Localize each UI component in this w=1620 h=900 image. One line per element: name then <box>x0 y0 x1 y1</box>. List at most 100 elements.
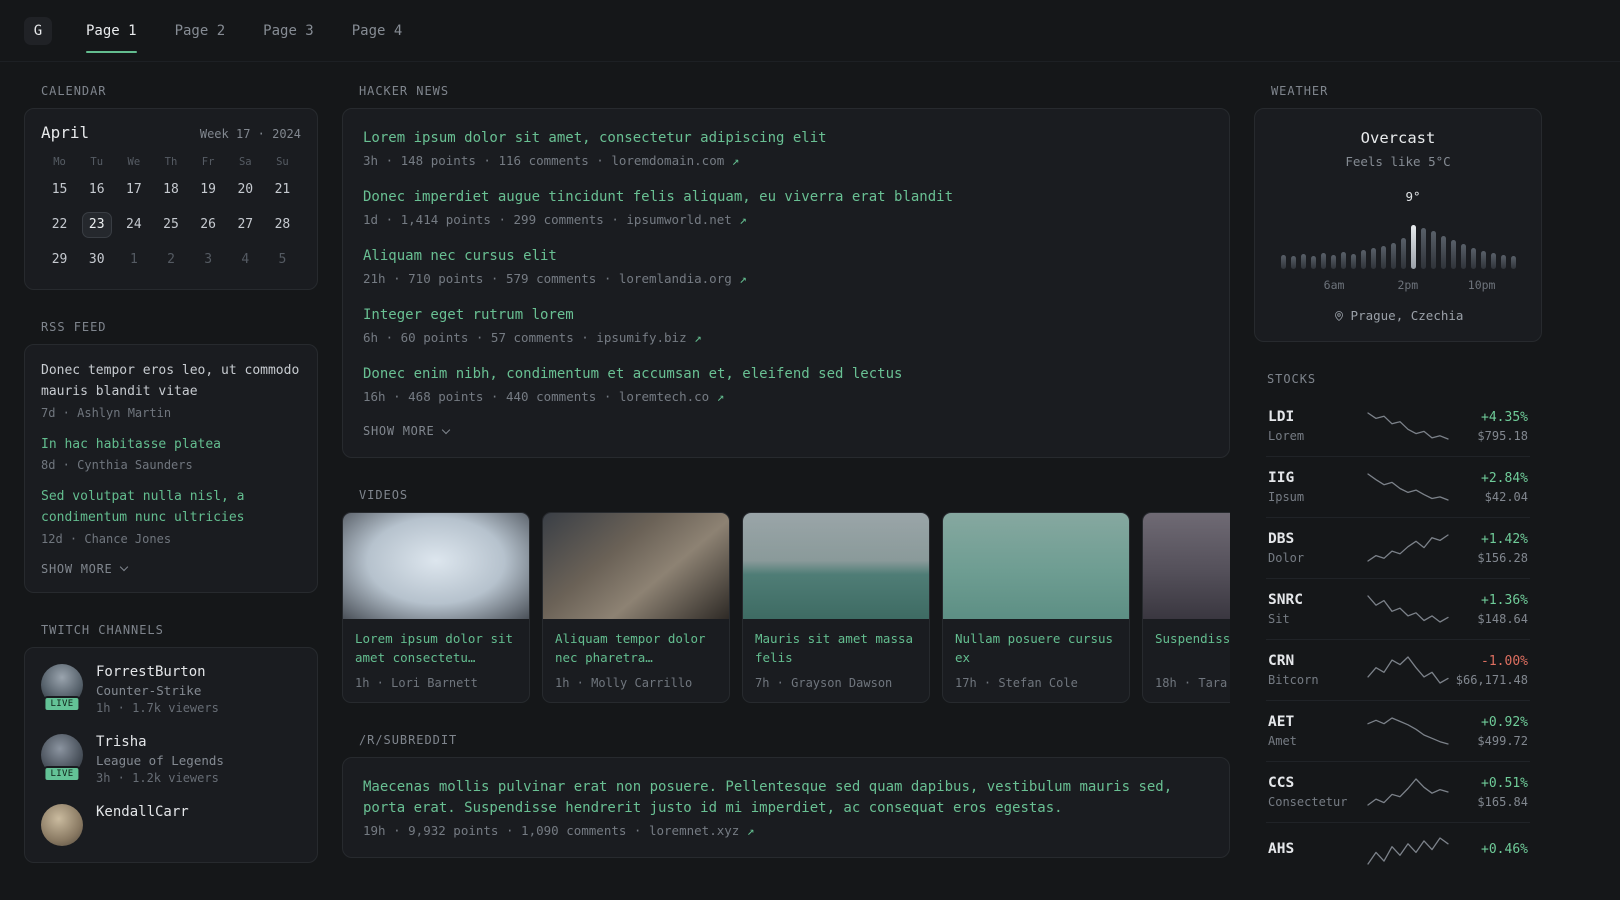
rss-show-more-button[interactable]: SHOW MORE <box>41 562 301 576</box>
video-title: Nullam posuere cursus ex <box>955 631 1114 666</box>
weather-bar <box>1460 244 1466 269</box>
video-body: Suspendisse diam 18h · Tara <box>1143 619 1230 702</box>
channel-name[interactable]: KendallCarr <box>96 804 189 820</box>
hn-item-title[interactable]: Donec imperdiet augue tincidunt felis al… <box>363 187 1209 208</box>
stock-change: +1.36% <box>1481 592 1528 608</box>
rss-item-title[interactable]: Donec tempor eros leo, ut commodo mauris… <box>41 361 301 403</box>
hn-item-title[interactable]: Lorem ipsum dolor sit amet, consectetur … <box>363 128 1209 149</box>
hn-item-domain-link[interactable]: ipsumworld.net ↗ <box>626 212 746 227</box>
stock-row[interactable]: CRN Bitcorn -1.00% $66,171.48 <box>1266 639 1530 700</box>
channel-name[interactable]: Trisha <box>96 734 224 750</box>
hn-item-domain-link[interactable]: loremdomain.com ↗ <box>611 153 739 168</box>
stock-row[interactable]: AHS +0.46% <box>1266 822 1530 879</box>
weather-bar <box>1330 255 1336 269</box>
stock-row[interactable]: SNRC Sit +1.36% $148.64 <box>1266 578 1530 639</box>
hackernews-show-more-button[interactable]: SHOW MORE <box>363 424 1209 438</box>
video-thumbnail <box>743 513 929 619</box>
weather-time-labels: 6am 2pm 10pm <box>1275 278 1521 292</box>
calendar-day: 27 <box>237 217 254 232</box>
rss-item: Donec tempor eros leo, ut commodo mauris… <box>41 361 301 420</box>
calendar-day: 18 <box>163 182 179 197</box>
stock-price: $42.04 <box>1484 489 1528 504</box>
channel-avatar[interactable]: LIVE <box>41 663 83 712</box>
channel-game[interactable]: League of Legends <box>96 753 224 768</box>
stocks-list: LDI Lorem +4.35% $795.18 IIG Ipsum +2.84% $4… <box>1254 396 1542 879</box>
chevron-down-icon <box>119 563 128 572</box>
tab-page-3[interactable]: Page 3 <box>263 0 314 61</box>
calendar-heading: CALENDAR <box>41 84 107 98</box>
stock-change: +2.84% <box>1481 470 1528 486</box>
weather-bar <box>1480 251 1486 269</box>
hn-item-domain-link[interactable]: loremlandia.org ↗ <box>619 271 747 286</box>
calendar-day-header: We <box>127 156 141 168</box>
calendar-day: 17 <box>126 182 142 197</box>
hn-item-title[interactable]: Donec enim nibh, condimentum et accumsan… <box>363 364 1209 385</box>
stock-change: +0.46% <box>1481 841 1528 857</box>
tab-page-2[interactable]: Page 2 <box>175 0 226 61</box>
page-tabs: Page 1 Page 2 Page 3 Page 4 <box>86 0 402 61</box>
hn-item-meta: 3h · 148 points · 116 comments · loremdo… <box>363 153 1209 168</box>
weather-bar <box>1380 246 1386 269</box>
reddit-post-domain-link[interactable]: loremnet.xyz ↗ <box>649 823 754 838</box>
video-body: Lorem ipsum dolor sit amet consectetu… 1… <box>343 619 529 702</box>
tab-page-1[interactable]: Page 1 <box>86 0 137 61</box>
stock-row[interactable]: DBS Dolor +1.42% $156.28 <box>1266 517 1530 578</box>
stock-row[interactable]: IIG Ipsum +2.84% $42.04 <box>1266 456 1530 517</box>
stocks-widget: STOCKS LDI Lorem +4.35% $795.18 IIG Ipsum +… <box>1254 372 1542 879</box>
weather-bar <box>1450 240 1456 269</box>
video-card[interactable]: Mauris sit amet massa felis 7h · Grayson… <box>742 512 930 703</box>
rss-item-meta: 12d · Chance Jones <box>41 531 172 546</box>
calendar-header: April Week 17 · 2024 <box>41 123 301 142</box>
hn-item-meta: 6h · 60 points · 57 comments · ipsumify.… <box>363 330 1209 345</box>
calendar-day-header: Fr <box>201 156 215 168</box>
weather-bar <box>1500 255 1506 269</box>
video-card[interactable]: Aliquam tempor dolor nec pharetra… 1h · … <box>542 512 730 703</box>
channel-game[interactable]: Counter-Strike <box>96 683 219 698</box>
rss-item-title[interactable]: Sed volutpat nulla nisl, a condimentum n… <box>41 487 301 529</box>
left-column: CALENDAR April Week 17 · 2024 Mo Tu We T… <box>24 84 318 863</box>
channel-name[interactable]: ForrestBurton <box>96 664 219 680</box>
hn-item-title[interactable]: Integer eget rutrum lorem <box>363 305 1209 326</box>
stock-ticker: LDI <box>1268 409 1295 425</box>
calendar-day: 16 <box>88 182 105 197</box>
hn-meta-text: 16h · 468 points · 440 comments · <box>363 389 619 404</box>
hn-item: Integer eget rutrum lorem 6h · 60 points… <box>363 305 1209 345</box>
video-meta: 17h · Stefan Cole <box>955 676 1078 690</box>
time-label: 2pm <box>1397 278 1419 292</box>
stock-row[interactable]: AET Amet +0.92% $499.72 <box>1266 700 1530 761</box>
hn-item: Donec enim nibh, condimentum et accumsan… <box>363 364 1209 404</box>
weather-bar <box>1470 248 1476 269</box>
tab-page-4[interactable]: Page 4 <box>352 0 403 61</box>
weather-heading: WEATHER <box>1271 84 1329 98</box>
twitch-channel-row: LIVE Trisha League of Legends 3h · 1.2k … <box>41 733 301 785</box>
stock-row[interactable]: LDI Lorem +4.35% $795.18 <box>1266 396 1530 456</box>
hackernews-widget: HACKER NEWS Lorem ipsum dolor sit amet, … <box>342 84 1230 458</box>
hn-item-domain-link[interactable]: loremtech.co ↗ <box>619 389 724 404</box>
show-more-label: SHOW MORE <box>363 424 435 438</box>
channel-avatar[interactable] <box>41 803 83 846</box>
app-logo: G <box>24 16 52 45</box>
calendar-day: 30 <box>88 252 105 267</box>
calendar-day: 22 <box>51 217 68 232</box>
channel-avatar[interactable]: LIVE <box>41 733 83 782</box>
hn-item-domain-link[interactable]: ipsumify.biz ↗ <box>596 330 701 345</box>
video-card[interactable]: Lorem ipsum dolor sit amet consectetu… 1… <box>342 512 530 703</box>
hn-item-meta: 1d · 1,414 points · 299 comments · ipsum… <box>363 212 1209 227</box>
external-link-icon: ↗ <box>746 823 755 838</box>
calendar-day: 26 <box>200 217 216 232</box>
video-meta: 18h · Tara <box>1155 676 1228 690</box>
reddit-post-title[interactable]: Maecenas mollis pulvinar erat non posuer… <box>363 777 1209 819</box>
stock-sparkline-chart <box>1367 412 1449 440</box>
video-card[interactable]: Suspendisse diam 18h · Tara <box>1142 512 1230 703</box>
weather-bar <box>1300 254 1306 269</box>
video-card[interactable]: Nullam posuere cursus ex 17h · Stefan Co… <box>942 512 1130 703</box>
rss-item-title[interactable]: In hac habitasse platea <box>41 435 301 456</box>
weather-widget: WEATHER Overcast Feels like 5°C 9° 6am 2… <box>1254 84 1542 342</box>
stock-row[interactable]: CCS Consectetur +0.51% $165.84 <box>1266 761 1530 822</box>
weather-bar <box>1390 243 1396 269</box>
hn-item-title[interactable]: Aliquam nec cursus elit <box>363 246 1209 267</box>
location-pin-icon <box>1334 310 1343 321</box>
weather-location-text: Prague, Czechia <box>1350 308 1464 323</box>
hn-meta-text: 1d · 1,414 points · 299 comments · <box>363 212 627 227</box>
stock-ticker: IIG <box>1268 470 1295 486</box>
